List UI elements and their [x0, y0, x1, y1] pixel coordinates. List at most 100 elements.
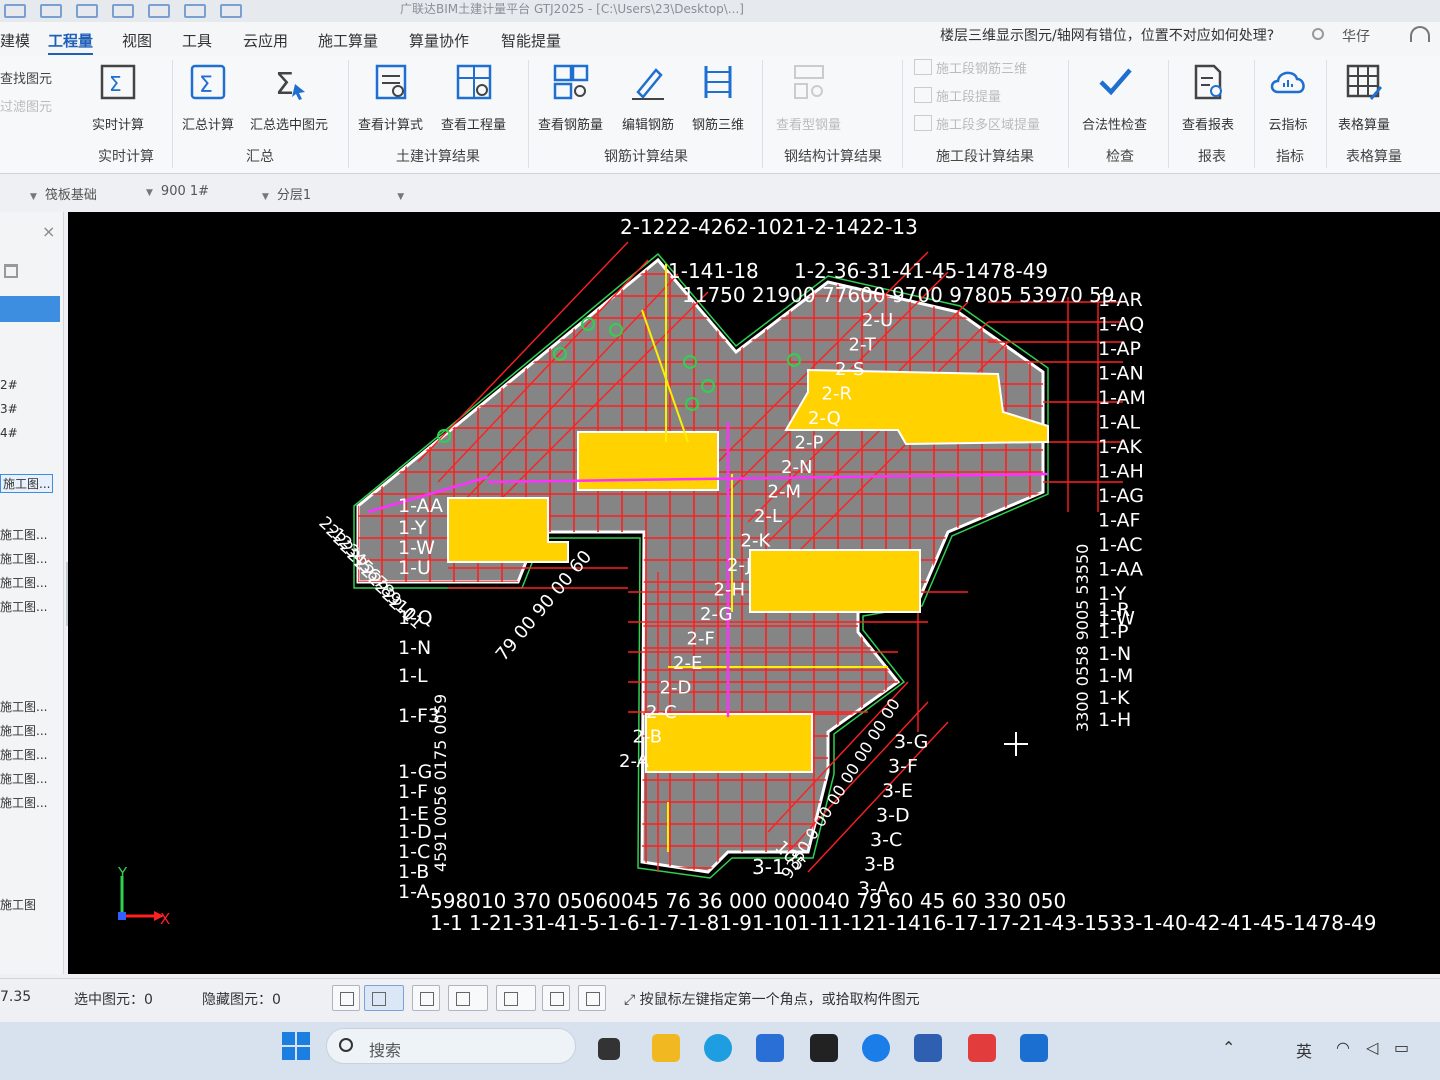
quick-save-icon[interactable] — [4, 4, 26, 18]
quick-redo-icon[interactable] — [76, 4, 98, 18]
menu-tools[interactable]: 工具 — [182, 30, 212, 51]
validity-check-button[interactable]: 合法性检查 — [1082, 62, 1147, 133]
realtime-calc-button[interactable]: Σ 实时计算 — [92, 62, 144, 133]
trash-icon[interactable] — [4, 264, 18, 278]
ortho-button[interactable] — [332, 985, 360, 1011]
view-rebar-button[interactable]: 查看钢筋量 — [538, 62, 603, 133]
quick-undo-icon[interactable] — [40, 4, 62, 18]
menu-cloud[interactable]: 云应用 — [243, 30, 288, 51]
ribbon-separator — [172, 60, 173, 168]
ucs-axis-icon: Y X — [117, 864, 170, 928]
cloud-index-button[interactable]: 云指标 — [1268, 62, 1308, 133]
menu-collaboration[interactable]: 算量协作 — [409, 30, 469, 51]
list-item-selected[interactable]: 施工图... — [0, 474, 54, 493]
filter-element-button[interactable]: 过滤图元 — [0, 96, 52, 115]
list-item[interactable]: 3# — [0, 402, 18, 416]
ie-browser-icon[interactable] — [862, 1034, 890, 1062]
list-item[interactable]: 施工图... — [0, 794, 47, 811]
list-item[interactable]: 2# — [0, 378, 18, 392]
list-item[interactable]: 施工图... — [0, 598, 47, 615]
grid-toggle-button[interactable] — [542, 985, 570, 1011]
sum-selected-button[interactable]: Σ 汇总选中图元 — [250, 62, 328, 133]
list-item[interactable]: 施工图... — [0, 770, 47, 787]
axis-label: 2-K — [741, 531, 772, 552]
axis-label: 1-H — [1098, 709, 1131, 731]
sum-calc-button[interactable]: Σ 汇总计算 — [182, 62, 234, 133]
snap-button[interactable] — [496, 985, 536, 1011]
axis-label: 1-G — [398, 761, 432, 783]
menu-construction-calc[interactable]: 施工算量 — [318, 30, 378, 51]
menu-quantity[interactable]: 工程量 — [48, 30, 94, 55]
selected-row-highlight[interactable] — [0, 296, 60, 322]
volume-icon[interactable]: ◁ — [1366, 1038, 1378, 1057]
stage-multi-area-button[interactable]: 施工段多区域提量 — [914, 114, 1040, 133]
drawing-canvas[interactable]: 2-1222-4262-1021-2-1422-13 1-141-18 1-2-… — [68, 212, 1440, 974]
rebar-3d-button[interactable]: 钢筋三维 — [692, 62, 744, 133]
stage-quantity-button[interactable]: 施工段提量 — [914, 86, 1001, 105]
list-item[interactable]: 施工图 — [0, 896, 36, 913]
arc-button[interactable] — [578, 985, 606, 1011]
axis-label: 1-AP — [1098, 338, 1141, 360]
help-search-text: 楼层三维显示图元/轴网有错位，位置不对应如何处理? — [940, 28, 1275, 44]
search-icon[interactable] — [1312, 28, 1324, 40]
wps-icon[interactable] — [968, 1034, 996, 1062]
axis-label: 2-S — [835, 359, 864, 380]
quick-layout-icon[interactable] — [148, 4, 170, 18]
wifi-icon[interactable]: ◠ — [1336, 1038, 1350, 1057]
user-name[interactable]: 华仔 — [1342, 26, 1370, 46]
cross-select-button[interactable] — [412, 985, 440, 1011]
list-item[interactable]: 施工图... — [0, 550, 47, 567]
group-stage-result-label: 施工段计算结果 — [936, 149, 1034, 165]
menu-smart-extract[interactable]: 智能提量 — [501, 30, 561, 51]
battery-icon[interactable]: ▭ — [1394, 1038, 1409, 1057]
list-item[interactable]: 施工图... — [0, 526, 47, 543]
gtj-app-icon[interactable] — [1020, 1034, 1048, 1062]
view-steel-label: 查看型钢量 — [776, 118, 842, 133]
component-type-select[interactable]: ▼ 筏板基础 — [30, 184, 97, 203]
quick-tool-icon[interactable] — [112, 4, 134, 18]
taskbar-search[interactable]: 搜索 — [326, 1028, 576, 1064]
quick-grid-icon[interactable] — [184, 4, 206, 18]
list-item[interactable]: 施工图... — [0, 698, 47, 715]
file-explorer-icon[interactable] — [652, 1034, 680, 1062]
axis-label: 1-N — [398, 637, 431, 659]
view-formula-button[interactable]: 查看计算式 — [358, 62, 423, 133]
angle-button[interactable] — [448, 985, 488, 1011]
axis-top2-label: 1-141-18 — [668, 259, 759, 283]
view-steel-button[interactable]: 查看型钢量 — [776, 62, 841, 133]
tray-expand-icon[interactable]: ⌃ — [1222, 1038, 1235, 1057]
list-item[interactable]: 施工图... — [0, 746, 47, 763]
task-view-icon[interactable] — [598, 1038, 620, 1060]
edit-rebar-button[interactable]: 编辑钢筋 — [622, 62, 674, 133]
list-item[interactable]: 4# — [0, 426, 18, 440]
input-lang[interactable]: 英 — [1296, 1038, 1312, 1062]
table-calc-button[interactable]: 表格算量 — [1338, 62, 1390, 133]
store-icon[interactable] — [756, 1034, 784, 1062]
select-box-button[interactable] — [364, 985, 404, 1011]
list-item[interactable]: 施工图... — [0, 722, 47, 739]
view-rebar-icon — [553, 64, 588, 100]
left-panel: × 2# 3# 4# 施工图... 施工图... 施工图... 施工图... 施… — [0, 212, 64, 974]
windows-start-icon[interactable] — [282, 1032, 310, 1060]
ribbon-separator — [762, 60, 763, 168]
edge-browser-icon[interactable] — [704, 1034, 732, 1062]
list-item[interactable]: 施工图... — [0, 574, 47, 591]
close-icon[interactable]: × — [42, 222, 55, 241]
headset-icon[interactable] — [1410, 26, 1430, 42]
view-report-button[interactable]: 查看报表 — [1182, 62, 1234, 133]
menu-view[interactable]: 视图 — [122, 30, 152, 51]
axis-label: 3-C — [870, 829, 902, 851]
app-cube-icon[interactable] — [810, 1034, 838, 1062]
view-quantity-button[interactable]: 查看工程量 — [441, 62, 506, 133]
axis-label: 3-D — [876, 805, 910, 827]
layer-select[interactable]: ▼ 分层1 ▼ — [262, 184, 412, 203]
cad-app-icon[interactable] — [914, 1034, 942, 1062]
axis-label: 1-AA — [1098, 559, 1143, 581]
stage-rebar-3d-button[interactable]: 施工段钢筋三维 — [914, 58, 1027, 77]
help-search-box[interactable]: 楼层三维显示图元/轴网有错位，位置不对应如何处理? — [940, 25, 1340, 49]
floor-select[interactable]: ▼ 900 1# — [146, 184, 209, 199]
menu-modeling[interactable]: 建模 — [0, 30, 30, 51]
axis-label: 1-W — [398, 537, 435, 559]
find-element-button[interactable]: 查找图元 — [0, 68, 52, 87]
quick-print-icon[interactable] — [220, 4, 242, 18]
